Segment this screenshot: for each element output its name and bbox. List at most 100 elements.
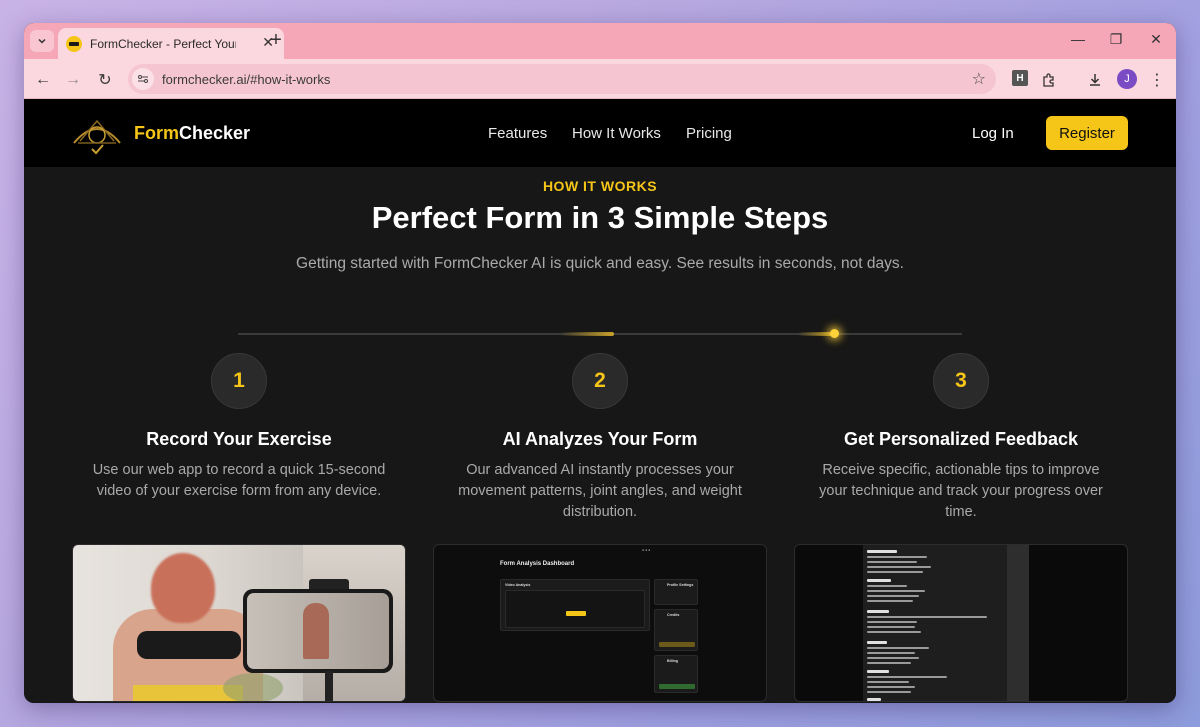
back-icon[interactable]: ←: [32, 69, 54, 91]
section-subtitle: Getting started with FormChecker AI is q…: [296, 255, 904, 272]
dashboard-topbar-text: ● ● ●: [642, 548, 651, 552]
profile-settings-label: Profile Settings: [667, 583, 694, 587]
step-text-3: Receive specific, actionable tips to imp…: [819, 462, 1103, 520]
feedback-line: [867, 691, 911, 693]
menu-kebab-icon[interactable]: ⋮: [1146, 69, 1168, 91]
feedback-line: [867, 631, 921, 633]
phone-screen: [247, 593, 389, 669]
feedback-panel: [863, 545, 1007, 701]
bookmark-star-icon[interactable]: ☆: [972, 69, 986, 89]
brand-prefix: Form: [134, 123, 179, 143]
close-window-icon[interactable]: ✕: [1146, 31, 1166, 48]
profile-avatar[interactable]: J: [1117, 69, 1137, 89]
feedback-line: [867, 616, 987, 618]
brand-name[interactable]: FormChecker: [134, 123, 250, 144]
step-number-3: 3: [933, 353, 989, 409]
step-title-3: Get Personalized Feedback: [843, 429, 1079, 449]
minimize-icon[interactable]: —: [1068, 31, 1088, 47]
download-icon[interactable]: [1084, 69, 1106, 91]
manage-billing-button: [659, 684, 695, 689]
feedback-line: [867, 657, 919, 659]
plant: [223, 673, 283, 701]
feedback-line: [867, 621, 917, 623]
browser-window: FormChecker - Perfect Your Form ✕ + — ❐ …: [24, 23, 1176, 703]
feedback-heading: [867, 579, 891, 582]
feedback-scroll-strip: [1007, 545, 1029, 701]
site-navbar: FormChecker Features How It Works Pricin…: [24, 99, 1176, 167]
tripod-pole: [325, 671, 333, 701]
section-title: Perfect Form in 3 Simple Steps: [371, 200, 829, 235]
feedback-heading: [867, 641, 887, 644]
page-content: FormChecker Features How It Works Pricin…: [24, 99, 1176, 703]
dashboard-title: Form Analysis Dashboard: [500, 561, 575, 567]
upload-dropzone: [505, 590, 645, 628]
nav-link-pricing[interactable]: Pricing: [686, 125, 732, 142]
feedback-line: [867, 595, 919, 597]
billing-label: Billing: [667, 659, 678, 663]
person-head: [151, 553, 215, 623]
feedback-line: [867, 676, 947, 678]
billing-panel: Billing: [654, 655, 698, 693]
feedback-heading: [867, 610, 889, 613]
feedback-line: [867, 571, 923, 573]
feedback-line: [867, 561, 917, 563]
section-eyebrow: HOW IT WORKS: [542, 178, 658, 194]
profile-settings-panel: Profile Settings: [654, 579, 698, 605]
step-title-2: AI Analyzes Your Form: [502, 429, 698, 449]
feedback-line: [867, 662, 911, 664]
phone-preview-person: [303, 603, 329, 659]
restore-icon[interactable]: ❐: [1106, 31, 1126, 48]
register-button[interactable]: Register: [1046, 116, 1128, 150]
record-exercise-image: [72, 544, 406, 702]
person-top: [137, 631, 241, 659]
new-tab-button[interactable]: +: [264, 29, 288, 52]
step-number-2: 2: [572, 353, 628, 409]
dumbbell-icon: [66, 35, 82, 52]
site-info-icon[interactable]: [132, 68, 154, 90]
upload-video-button: [566, 611, 586, 616]
feedback-line: [867, 626, 915, 628]
feedback-line: [867, 652, 915, 654]
step-text-1: Use our web app to record a quick 15-sec…: [92, 462, 386, 499]
phone-recording: [243, 589, 393, 673]
feedback-screenshot: [794, 544, 1128, 702]
progress-dot: [830, 329, 839, 338]
tab-search-button[interactable]: [30, 30, 54, 52]
video-analysis-panel: Video Analysis: [500, 579, 650, 631]
extensions-puzzle-icon[interactable]: [1038, 69, 1060, 91]
buy-credits-button: [659, 642, 695, 647]
feedback-line: [867, 681, 909, 683]
step-number-1: 1: [211, 353, 267, 409]
browser-tab[interactable]: FormChecker - Perfect Your Form ✕: [58, 28, 284, 59]
reload-icon[interactable]: ↻: [94, 69, 116, 91]
feedback-heading: [867, 550, 897, 553]
feedback-line: [867, 600, 913, 602]
feedback-line: [867, 566, 931, 568]
step-text-2: Our advanced AI instantly processes your…: [458, 462, 742, 520]
forward-icon[interactable]: →: [62, 69, 84, 91]
chevron-down-icon: [38, 38, 46, 44]
feedback-heading: [867, 670, 889, 673]
nav-link-features[interactable]: Features: [488, 125, 547, 142]
progress-highlight: [560, 332, 614, 336]
step-title-1: Record Your Exercise: [146, 429, 332, 449]
brand-suffix: Checker: [179, 123, 251, 143]
feedback-heading: [867, 698, 881, 701]
feedback-line: [867, 556, 927, 558]
credits-label: Credits: [667, 613, 680, 617]
feedback-line: [867, 590, 925, 592]
browser-toolbar: ← → ↻ formchecker.ai/#how-it-works ☆ H J…: [24, 59, 1176, 99]
logo-icon[interactable]: [70, 113, 124, 155]
url-text: formchecker.ai/#how-it-works: [162, 71, 331, 87]
login-link[interactable]: Log In: [972, 125, 1014, 142]
tab-strip: FormChecker - Perfect Your Form ✕ + — ❐ …: [24, 23, 1176, 59]
feedback-line: [867, 647, 929, 649]
credits-panel: Credits: [654, 609, 698, 651]
extension-h-icon[interactable]: H: [1012, 70, 1028, 86]
tab-title: FormChecker - Perfect Your Form: [90, 36, 236, 51]
feedback-line: [867, 585, 907, 587]
feedback-line: [867, 686, 915, 688]
dashboard-screenshot: ● ● ● Form Analysis Dashboard Video Anal…: [433, 544, 767, 702]
nav-link-how-it-works[interactable]: How It Works: [572, 125, 661, 142]
address-bar[interactable]: formchecker.ai/#how-it-works ☆: [128, 64, 996, 94]
